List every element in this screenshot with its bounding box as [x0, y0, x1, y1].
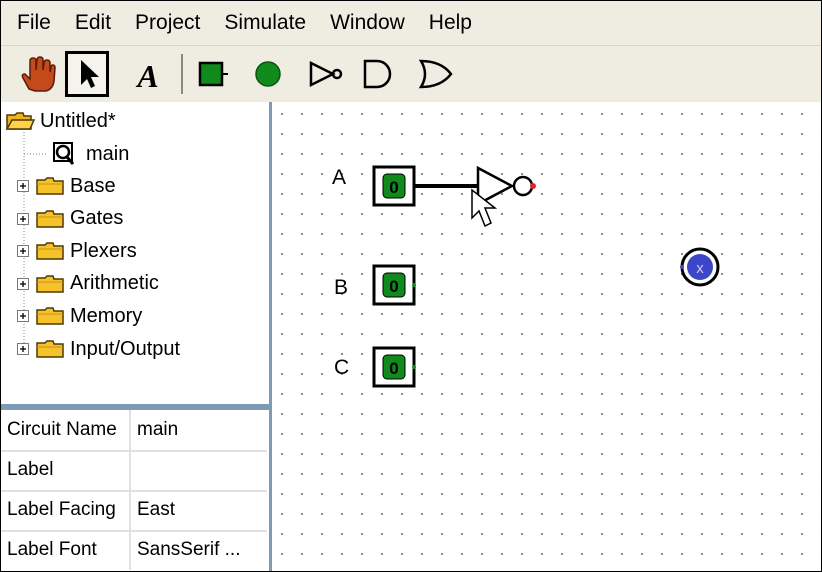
tree-item-circuit-main[interactable]: main [51, 140, 129, 168]
menu-window[interactable]: Window [318, 1, 417, 45]
open-folder-icon [5, 112, 35, 130]
or-gate-icon [418, 59, 453, 89]
property-key: Label Facing [1, 490, 131, 530]
not-gate-icon [309, 60, 343, 88]
properties-table: Circuit Name main Label Label Facing Eas… [1, 410, 269, 571]
circuit-drawing: 0 0 0 x [372, 165, 720, 388]
expand-plus-icon[interactable] [17, 245, 29, 258]
folder-icon [36, 340, 64, 358]
or-gate-tool-button[interactable] [413, 51, 457, 97]
hand-icon [21, 56, 56, 92]
folder-icon [36, 242, 64, 260]
tree-item-library-gates[interactable]: Gates [17, 205, 123, 233]
output-pin[interactable]: x [680, 247, 720, 287]
tree-label-library: Memory [70, 304, 143, 327]
explorer-tree: Untitled* main Base Gates Plexers Arithmeti… [1, 102, 269, 404]
menu-edit[interactable]: Edit [63, 1, 123, 45]
poke-tool-button[interactable] [15, 51, 59, 97]
svg-text:x: x [696, 260, 704, 277]
tree-label-project: Untitled* [40, 109, 116, 132]
input-pin-icon [198, 61, 228, 87]
tree-label-library: Plexers [70, 239, 137, 262]
not-gate[interactable] [476, 165, 536, 207]
tree-item-library-input-output[interactable]: Input/Output [17, 335, 180, 363]
property-value-label-font[interactable]: SansSerif ... [133, 530, 267, 570]
menu-project[interactable]: Project [123, 1, 212, 45]
menu-help[interactable]: Help [417, 1, 484, 45]
input-pin-b[interactable]: 0 [372, 264, 416, 306]
arrow-pointer-icon [81, 60, 99, 88]
property-value-label-facing[interactable]: East [133, 490, 267, 530]
property-row[interactable]: Circuit Name main [1, 410, 267, 452]
svg-text:0: 0 [389, 178, 398, 197]
tree-item-library-base[interactable]: Base [17, 172, 116, 200]
input-pin-a[interactable]: 0 [372, 165, 416, 207]
menu-file[interactable]: File [1, 1, 63, 45]
svg-text:A: A [135, 58, 158, 94]
input-pin-tool-button[interactable] [190, 51, 234, 97]
tree-label-library: Arithmetic [70, 272, 159, 295]
output-pin-icon [255, 61, 281, 87]
property-value-circuit-name[interactable]: main [133, 410, 267, 450]
tree-label-library: Input/Output [70, 337, 181, 360]
left-panel: Untitled* main Base Gates Plexers Arithmeti… [1, 102, 272, 571]
property-value-label[interactable] [133, 450, 267, 490]
and-gate-icon [363, 59, 392, 89]
folder-icon [36, 275, 64, 293]
output-pin-tool-button[interactable] [246, 51, 290, 97]
property-row[interactable]: Label [1, 450, 267, 492]
svg-text:0: 0 [389, 277, 398, 296]
folder-icon [36, 177, 64, 195]
svg-text:0: 0 [389, 359, 398, 378]
property-key: Label Font [1, 530, 131, 570]
text-tool-button[interactable]: A [126, 51, 170, 97]
folder-icon [36, 307, 64, 326]
property-key: Label [1, 450, 131, 490]
expand-plus-icon[interactable] [17, 212, 29, 225]
output-port-dot [530, 183, 536, 189]
tree-label-circuit-main: main [86, 142, 130, 165]
magnifier-circuit-icon [53, 142, 75, 165]
expand-plus-icon[interactable] [17, 277, 29, 290]
menu-simulate[interactable]: Simulate [212, 1, 318, 45]
select-tool-button[interactable] [65, 51, 109, 97]
expand-plus-icon[interactable] [17, 343, 29, 355]
tree-item-library-arithmetic[interactable]: Arithmetic [17, 270, 159, 298]
toolbar: A [1, 45, 821, 103]
circuit-canvas[interactable]: A B C 0 0 0 x [272, 102, 821, 571]
property-row[interactable]: Label Facing East [1, 490, 267, 532]
input-pin-c[interactable]: 0 [372, 346, 416, 388]
property-key: Circuit Name [1, 410, 131, 450]
toolbar-separator [181, 54, 183, 94]
tree-label-library: Base [70, 174, 116, 197]
tree-label-library: Gates [70, 207, 124, 230]
tree-item-library-memory[interactable]: Memory [17, 302, 142, 330]
and-gate-tool-button[interactable] [355, 51, 399, 97]
folder-icon [36, 209, 64, 228]
expand-plus-icon[interactable] [17, 310, 29, 323]
property-row[interactable]: Label Font SansSerif ... [1, 530, 267, 570]
tree-item-project[interactable]: Untitled* [5, 107, 116, 135]
not-gate-tool-button[interactable] [303, 51, 347, 97]
logisim-window: File Edit Project Simulate Window Help A [0, 0, 822, 572]
letter-a-icon: A [135, 58, 158, 94]
tree-item-library-plexers[interactable]: Plexers [17, 237, 137, 265]
expand-plus-icon[interactable] [17, 180, 29, 192]
menu-bar: File Edit Project Simulate Window Help [1, 1, 821, 45]
